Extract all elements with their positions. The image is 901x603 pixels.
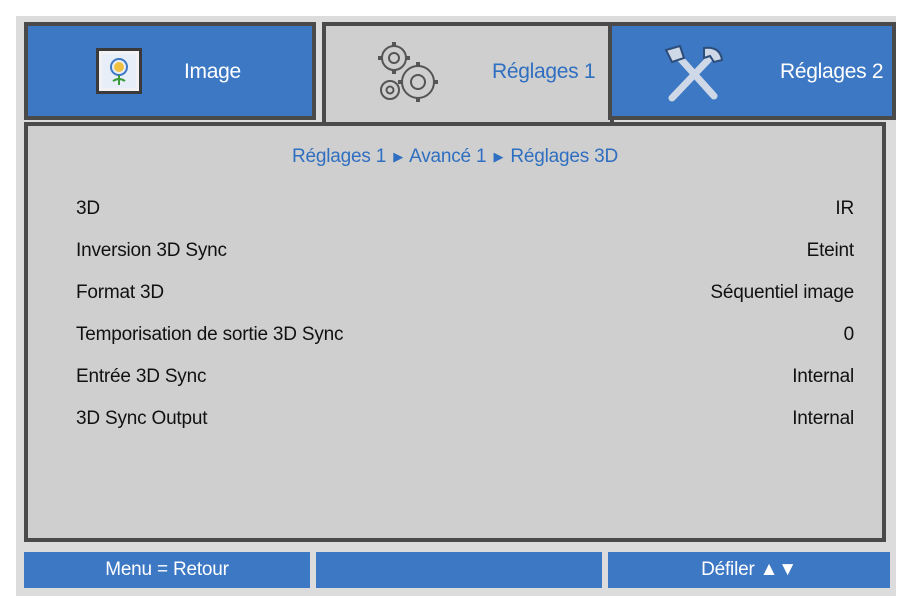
menu-return-hint: Menu = Retour [24,552,310,588]
setting-row-format-3d[interactable]: Format 3D Séquentiel image [76,272,854,314]
footer-middle [316,552,602,588]
setting-row-3d[interactable]: 3D IR [76,188,854,230]
tab-reglages-2-label: Réglages 2 [780,60,884,83]
setting-row-entree-3d-sync[interactable]: Entrée 3D Sync Internal [76,356,854,398]
gears-icon [378,42,438,102]
setting-label: Format 3D [76,282,164,303]
setting-label: Inversion 3D Sync [76,240,227,261]
tab-image[interactable]: Image [24,22,316,120]
tools-icon [664,44,724,102]
breadcrumb-item[interactable]: Réglages 1 [292,146,386,167]
setting-label: Temporisation de sortie 3D Sync [76,324,344,345]
scroll-hint: Défiler ▲▼ [608,552,890,588]
setting-value: 0 [843,324,855,345]
footer-bar: Menu = Retour Défiler ▲▼ [24,552,890,588]
settings-panel: Réglages 1 ▶ Avancé 1 ▶ Réglages 3D 3D I… [24,122,886,542]
setting-label: 3D Sync Output [76,408,208,429]
breadcrumb-item[interactable]: Avancé 1 [409,146,486,167]
setting-row-temporisation[interactable]: Temporisation de sortie 3D Sync 0 [76,314,854,356]
breadcrumb-separator-icon: ▶ [493,149,504,164]
setting-value: Séquentiel image [710,282,854,303]
tab-reglages-1-label: Réglages 1 [492,60,596,83]
picture-icon [96,48,142,94]
setting-value: IR [835,198,854,219]
setting-value: Internal [792,366,854,387]
tab-reglages-1[interactable]: Réglages 1 [322,22,614,126]
setting-label: Entrée 3D Sync [76,366,207,387]
tab-image-label: Image [184,60,241,83]
setting-value: Eteint [806,240,855,261]
setting-row-inversion-3d-sync[interactable]: Inversion 3D Sync Eteint [76,230,854,272]
setting-label: 3D [76,198,100,219]
settings-list: 3D IR Inversion 3D Sync Eteint Format 3D… [76,188,854,440]
tab-reglages-2[interactable]: Réglages 2 [608,22,896,120]
tab-bar: Image Réglages 1 Réglages 2 [16,22,896,126]
breadcrumb: Réglages 1 ▶ Avancé 1 ▶ Réglages 3D [28,146,882,168]
breadcrumb-current: Réglages 3D [510,146,618,167]
setting-value: Internal [792,408,854,429]
setting-row-3d-sync-output[interactable]: 3D Sync Output Internal [76,398,854,440]
breadcrumb-separator-icon: ▶ [393,149,404,164]
